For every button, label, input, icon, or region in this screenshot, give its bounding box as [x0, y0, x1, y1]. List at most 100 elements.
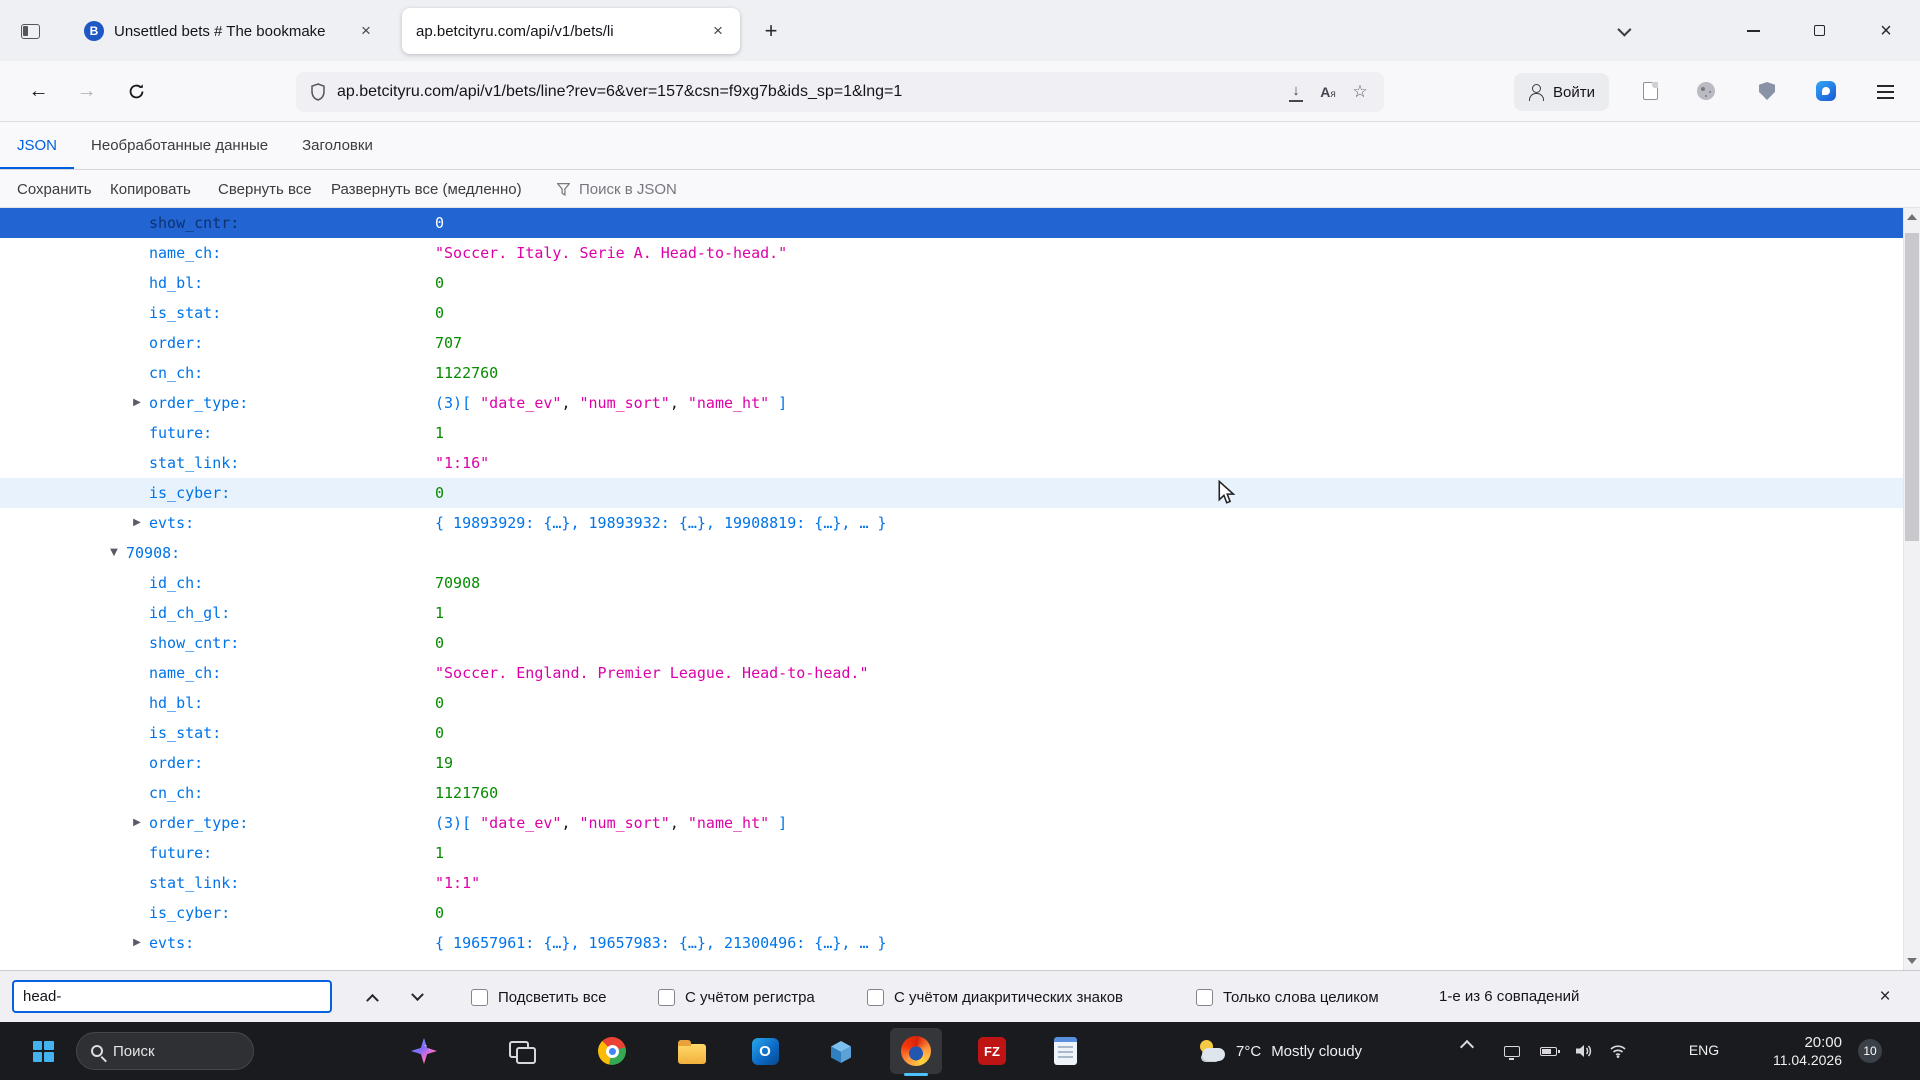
- chrome-taskbar-button[interactable]: [590, 1029, 634, 1073]
- weather-widget[interactable]: 7°C Mostly cloudy: [1192, 1031, 1368, 1071]
- back-button[interactable]: ←: [20, 73, 57, 110]
- json-row[interactable]: show_cntr: 0: [0, 208, 1903, 238]
- tab-headers[interactable]: Заголовки: [285, 122, 390, 169]
- json-row[interactable]: stat_link: "1:1": [0, 868, 1903, 898]
- scrollbar-thumb[interactable]: [1905, 233, 1919, 541]
- json-row[interactable]: order: 707: [0, 328, 1903, 358]
- app-menu-button[interactable]: [1868, 76, 1902, 108]
- json-row[interactable]: ▶ evts: { 19893929: {…}, 19893932: {…}, …: [0, 508, 1903, 538]
- notepad-taskbar-button[interactable]: [1043, 1029, 1087, 1073]
- forward-button[interactable]: →: [68, 73, 105, 110]
- json-row[interactable]: is_stat: 0: [0, 298, 1903, 328]
- copilot-button[interactable]: [404, 1031, 444, 1071]
- find-input[interactable]: [12, 980, 332, 1013]
- collapse-all-button[interactable]: Свернуть все: [218, 170, 312, 208]
- json-row[interactable]: order: 19: [0, 748, 1903, 778]
- vertical-scrollbar[interactable]: [1903, 208, 1920, 970]
- extension-button-3[interactable]: [1750, 74, 1784, 108]
- tray-battery-button[interactable]: [1534, 1038, 1562, 1064]
- save-button[interactable]: Сохранить: [17, 170, 92, 208]
- window-restore-button[interactable]: [1786, 0, 1852, 61]
- collapse-toggle-icon[interactable]: ▼: [107, 538, 121, 568]
- json-row[interactable]: stat_link: "1:16": [0, 448, 1903, 478]
- firefox-taskbar-button[interactable]: [890, 1028, 942, 1074]
- language-indicator[interactable]: ENG: [1686, 1042, 1722, 1058]
- tab-json[interactable]: JSON: [0, 122, 74, 169]
- tab-close-icon[interactable]: ×: [706, 19, 730, 43]
- json-row[interactable]: ▼ 70908:: [0, 538, 1903, 568]
- json-row[interactable]: ▶ order_type: (3)[ "date_ev", "num_sort"…: [0, 808, 1903, 838]
- tab-json-api[interactable]: ap.betcityru.com/api/v1/bets/li ×: [402, 8, 740, 54]
- scrollbar-down-button[interactable]: [1904, 952, 1920, 970]
- tracking-protection-shield-icon[interactable]: [310, 83, 326, 101]
- outlook-taskbar-button[interactable]: O: [743, 1029, 787, 1073]
- translate-button[interactable]: Aя: [1312, 76, 1344, 108]
- json-row[interactable]: id_ch_gl: 1: [0, 598, 1903, 628]
- taskbar-search-box[interactable]: Поиск: [76, 1032, 254, 1070]
- cube-app-taskbar-button[interactable]: [819, 1029, 863, 1073]
- expand-toggle-icon[interactable]: ▶: [130, 388, 144, 418]
- tray-volume-button[interactable]: [1570, 1038, 1598, 1064]
- window-close-button[interactable]: ×: [1852, 0, 1920, 61]
- json-row[interactable]: name_ch: "Soccer. Italy. Serie A. Head-t…: [0, 238, 1903, 268]
- json-row[interactable]: ▶ order_type: (3)[ "date_ev", "num_sort"…: [0, 388, 1903, 418]
- expand-toggle-icon[interactable]: ▶: [130, 928, 144, 958]
- json-row[interactable]: future: 1: [0, 838, 1903, 868]
- json-search-input[interactable]: Поиск в JSON: [557, 170, 677, 208]
- tray-network-button[interactable]: [1604, 1038, 1632, 1064]
- menu-icon: [1876, 85, 1894, 87]
- match-case-checkbox[interactable]: С учётом регистра: [658, 985, 815, 1009]
- extension-button-2[interactable]: [1689, 74, 1723, 108]
- copy-button[interactable]: Копировать: [110, 170, 191, 208]
- json-row[interactable]: id_ch: 70908: [0, 568, 1903, 598]
- json-row[interactable]: cn_ch: 1122760: [0, 358, 1903, 388]
- match-diacritics-label: С учётом диакритических знаков: [894, 988, 1123, 1006]
- new-tab-button[interactable]: +: [753, 13, 789, 49]
- expand-all-button[interactable]: Развернуть все (медленно): [331, 170, 522, 208]
- filezilla-taskbar-button[interactable]: FZ: [970, 1029, 1014, 1073]
- extension-button-1[interactable]: [1633, 74, 1667, 108]
- account-signin-button[interactable]: Войти: [1514, 73, 1609, 111]
- file-explorer-taskbar-button[interactable]: [670, 1029, 714, 1073]
- tab-close-icon[interactable]: ×: [354, 19, 378, 43]
- find-next-button[interactable]: [397, 981, 437, 1013]
- extension-button-4[interactable]: [1809, 74, 1843, 108]
- monitor-icon: [1504, 1045, 1520, 1060]
- json-row[interactable]: ▶ evts: { 19657961: {…}, 19657983: {…}, …: [0, 928, 1903, 958]
- json-row[interactable]: is_stat: 0: [0, 718, 1903, 748]
- whole-words-checkbox[interactable]: Только слова целиком: [1196, 985, 1379, 1009]
- scrollbar-up-button[interactable]: [1904, 208, 1920, 226]
- json-row[interactable]: is_cyber: 0: [0, 898, 1903, 928]
- find-previous-button[interactable]: [352, 981, 392, 1013]
- notification-count-badge[interactable]: 10: [1858, 1039, 1882, 1063]
- tab-raw-data[interactable]: Необработанные данные: [74, 122, 285, 169]
- json-row[interactable]: is_cyber: 0: [0, 478, 1903, 508]
- save-page-button[interactable]: ↓: [1280, 76, 1312, 108]
- bookmark-star-button[interactable]: ☆: [1344, 76, 1376, 108]
- expand-toggle-icon[interactable]: ▶: [130, 508, 144, 538]
- url-bar[interactable]: ap.betcityru.com/api/v1/bets/line?rev=6&…: [296, 72, 1384, 112]
- tab-unsettled-bets[interactable]: B Unsettled bets # The bookmake ×: [70, 8, 388, 54]
- json-row[interactable]: hd_bl: 0: [0, 688, 1903, 718]
- sidebar-toggle-button[interactable]: [10, 11, 50, 51]
- json-row[interactable]: future: 1: [0, 418, 1903, 448]
- list-all-tabs-button[interactable]: [1604, 13, 1642, 49]
- tray-overflow-chevron[interactable]: [1459, 1039, 1475, 1055]
- match-diacritics-checkbox[interactable]: С учётом диакритических знаков: [867, 985, 1123, 1009]
- json-value: 0: [435, 904, 445, 922]
- json-row[interactable]: hd_bl: 0: [0, 268, 1903, 298]
- window-minimize-button[interactable]: [1720, 0, 1786, 61]
- tray-monitor-button[interactable]: [1498, 1038, 1526, 1064]
- json-row[interactable]: name_ch: "Soccer. England. Premier Leagu…: [0, 658, 1903, 688]
- task-view-button[interactable]: [498, 1031, 542, 1071]
- json-key: evts:: [149, 514, 195, 532]
- start-button[interactable]: [22, 1030, 64, 1072]
- taskbar-clock[interactable]: 20:00 11.04.2026: [1730, 1033, 1842, 1069]
- json-value: "Soccer. Italy. Serie A. Head-to-head.": [435, 244, 788, 262]
- highlight-all-checkbox[interactable]: Подсветить все: [471, 985, 606, 1009]
- json-row[interactable]: show_cntr: 0: [0, 628, 1903, 658]
- reload-button[interactable]: [118, 73, 155, 110]
- find-close-button[interactable]: ×: [1868, 982, 1902, 1012]
- expand-toggle-icon[interactable]: ▶: [130, 808, 144, 838]
- json-row[interactable]: cn_ch: 1121760: [0, 778, 1903, 808]
